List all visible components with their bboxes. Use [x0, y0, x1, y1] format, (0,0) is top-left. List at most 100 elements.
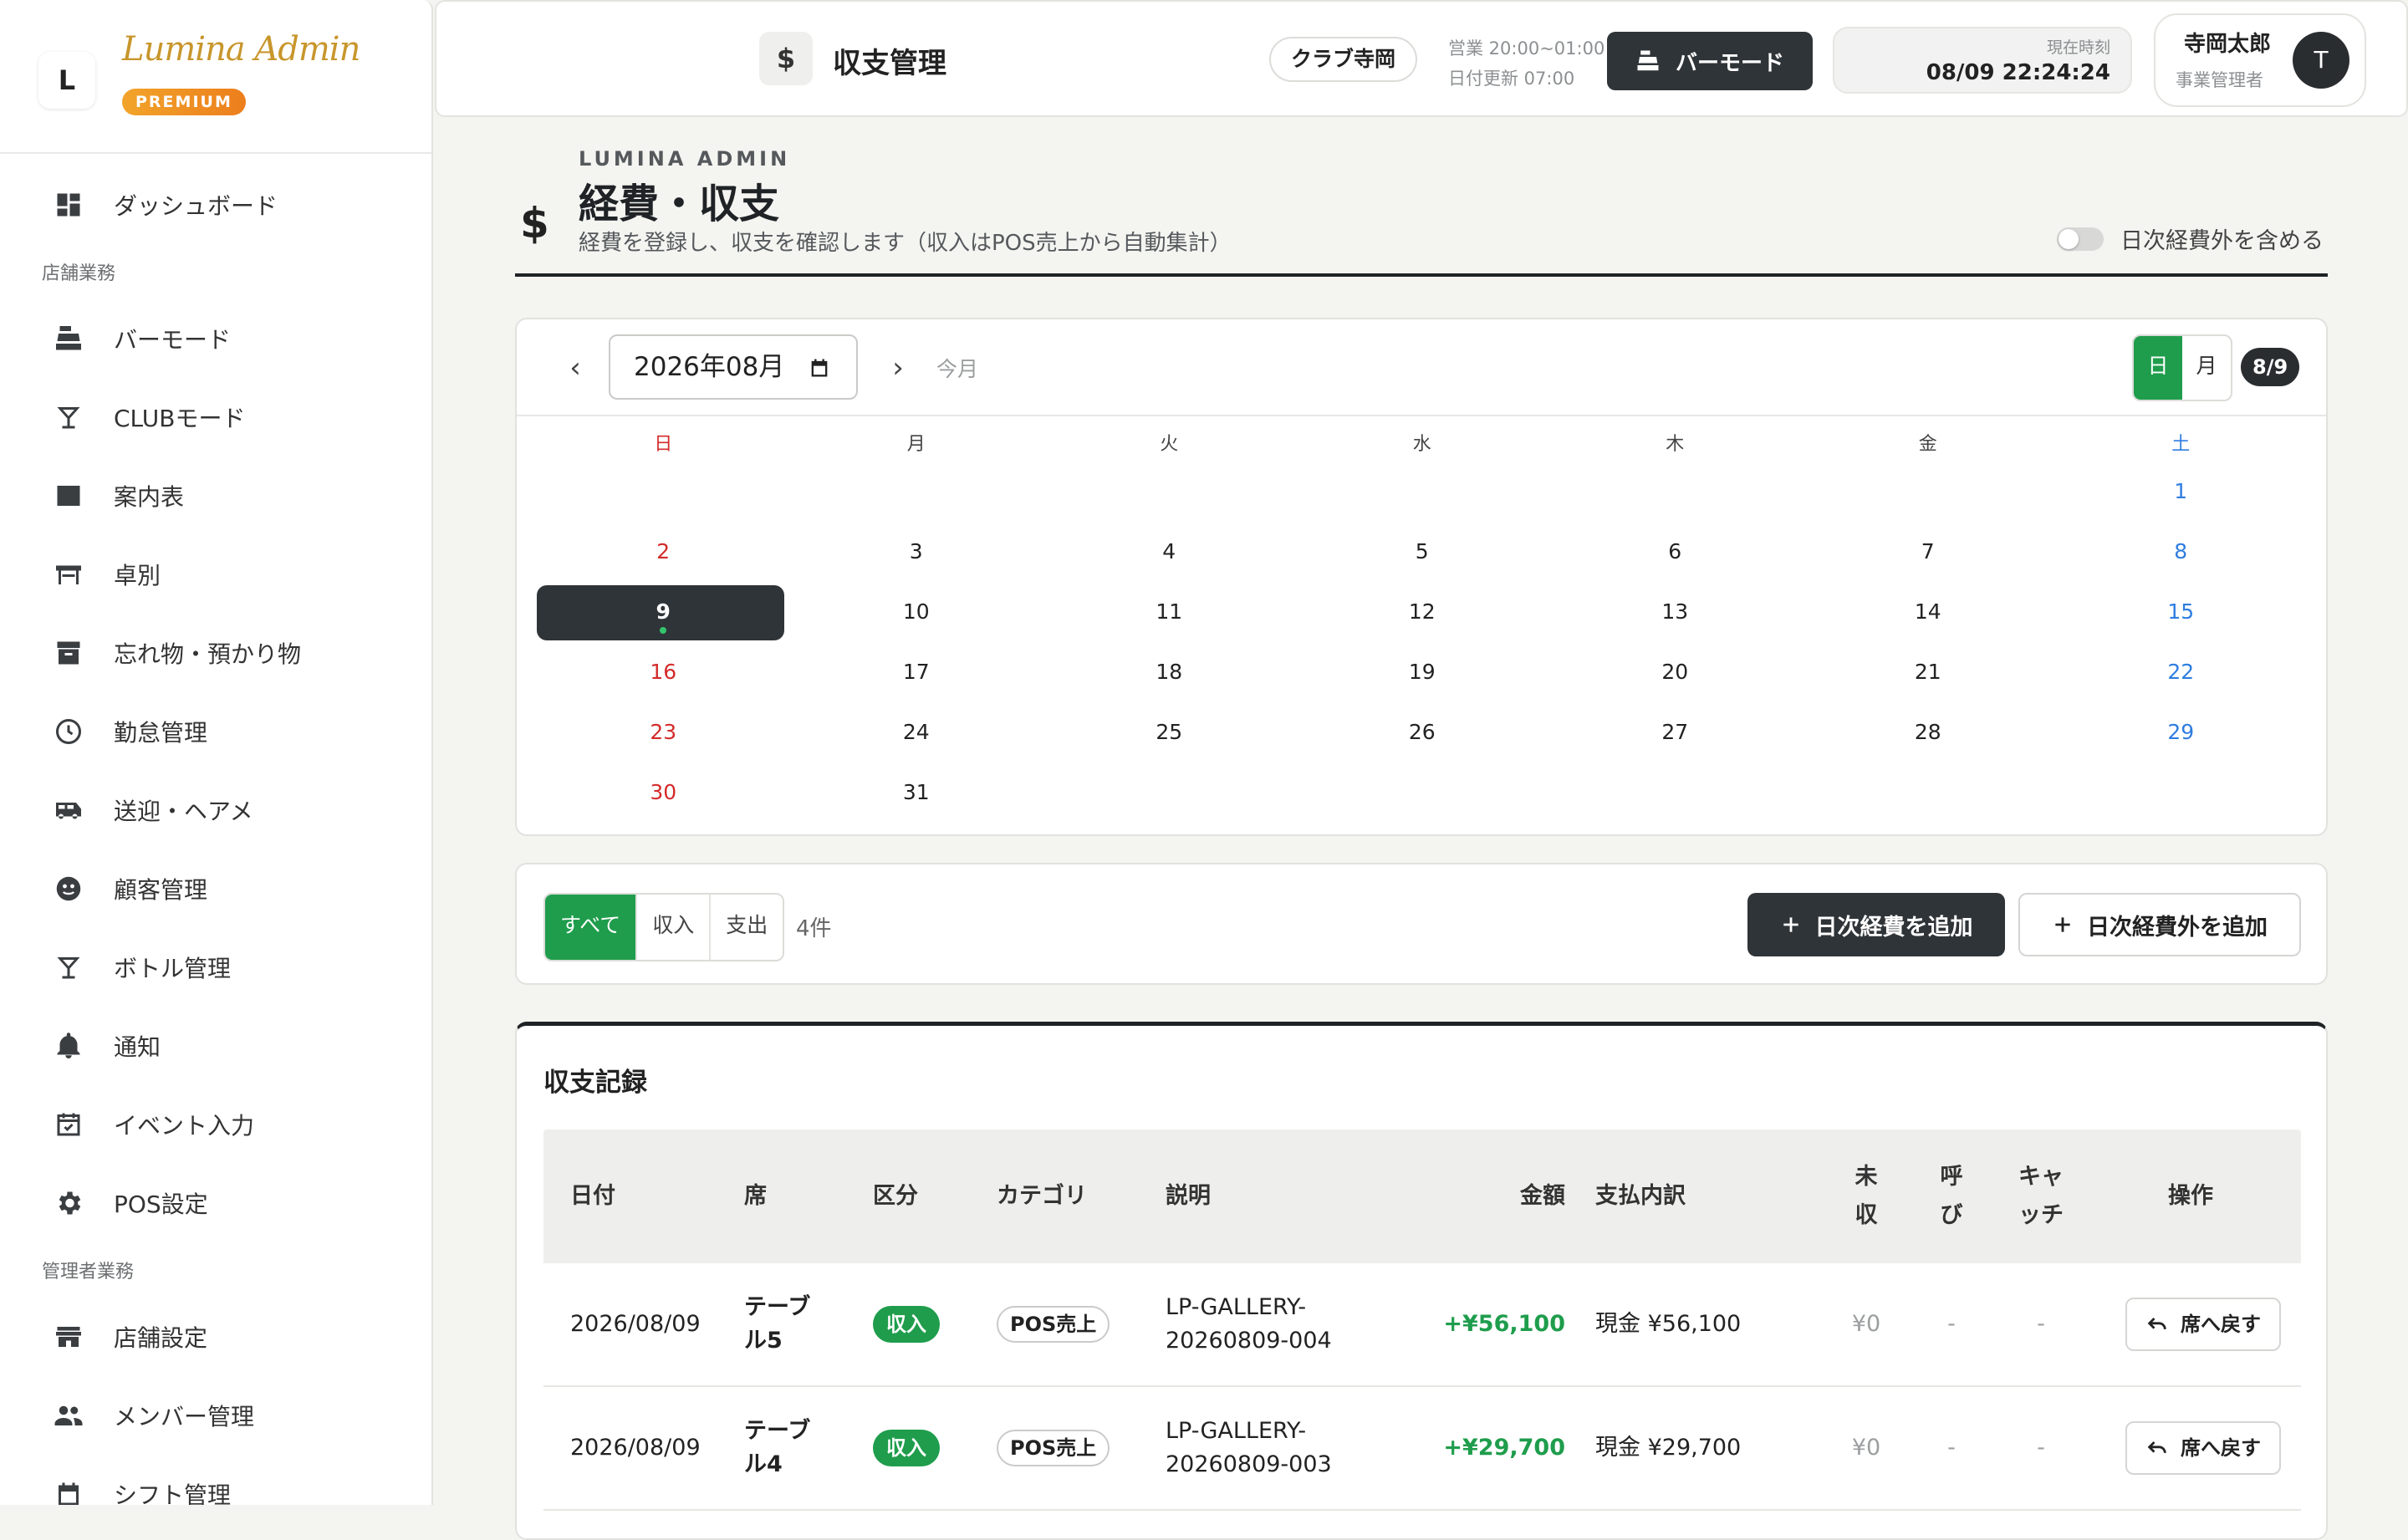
calendar-day[interactable]: 26	[1296, 702, 1549, 762]
sidebar-item-tables[interactable]: 卓別	[0, 535, 431, 614]
calendar-day[interactable]: 2	[537, 522, 790, 582]
type-badge: 収入	[873, 1430, 940, 1466]
calendar-day-number: 30	[650, 780, 677, 804]
table-header: 日付 席 区分 カテゴリ 説明 金額 支払内訳 未 収 呼 び キャ ッチ 操作	[543, 1130, 2301, 1263]
calendar-day-number: 5	[1415, 539, 1429, 563]
calendar-day[interactable]: 10	[790, 582, 1043, 642]
view-month-button[interactable]: 月	[2182, 336, 2231, 400]
avatar[interactable]: T	[2293, 32, 2349, 89]
calendar-week: 23 24 25 26 27 28 29	[537, 702, 2306, 762]
calendar-empty-cell	[537, 461, 790, 522]
sidebar-item-label: 忘れ物・預かり物	[114, 640, 302, 668]
bar-mode-button[interactable]: バーモード	[1607, 32, 1813, 90]
calendar-day[interactable]: 6	[1548, 522, 1802, 582]
view-day-button[interactable]: 日	[2134, 336, 2182, 400]
chevron-right-icon[interactable]: ›	[881, 351, 915, 385]
sidebar-item-lost-items[interactable]: 忘れ物・預かり物	[0, 614, 431, 692]
calendar-day[interactable]: 4	[1043, 522, 1296, 582]
calendar-day[interactable]: 20	[1548, 642, 1802, 702]
calendar-day[interactable]: 24	[790, 702, 1043, 762]
sidebar-item-guide[interactable]: 案内表	[0, 456, 431, 535]
sidebar-item-attendance[interactable]: 勤怠管理	[0, 692, 431, 771]
calendar-day-number: 18	[1156, 660, 1183, 684]
calendar-day[interactable]: 30	[537, 762, 790, 823]
sidebar-item-store-settings[interactable]: 店舗設定	[0, 1298, 431, 1376]
undo-icon	[2147, 1318, 2166, 1330]
add-daily-expense-button[interactable]: 日次経費を追加	[1747, 893, 2005, 956]
calendar-day[interactable]: 11	[1043, 582, 1296, 642]
calendar-day[interactable]: 13	[1548, 582, 1802, 642]
calendar-day[interactable]: 19	[1296, 642, 1549, 702]
sidebar-item-label: 店舗設定	[114, 1324, 208, 1352]
calendar-week: 9 10 11 12 13 14 15	[537, 582, 2306, 642]
calendar-day[interactable]: 1	[2054, 461, 2308, 522]
sidebar-item-club-mode[interactable]: CLUBモード	[0, 378, 431, 456]
sidebar-item-bottles[interactable]: ボトル管理	[0, 928, 431, 1007]
col-payment: 支払内訳	[1595, 1183, 1686, 1209]
filter-all-button[interactable]: すべて	[545, 895, 636, 960]
people-icon	[54, 1405, 83, 1425]
calendar-day[interactable]: 23	[537, 702, 790, 762]
calendar-day[interactable]: 28	[1802, 702, 2055, 762]
brand-logo-mark[interactable]: L	[38, 52, 95, 109]
filter-income-button[interactable]: 収入	[635, 895, 709, 960]
calendar-empty-cell	[1548, 762, 1802, 823]
calendar-week: 16 17 18 19 20 21 22	[537, 642, 2306, 702]
sidebar-item-notifications[interactable]: 通知	[0, 1007, 431, 1085]
chevron-left-icon[interactable]: ‹	[559, 351, 592, 385]
sidebar-item-transport[interactable]: 送迎・ヘアメ	[0, 771, 431, 849]
sidebar-item-dashboard[interactable]: ダッシュボード	[0, 166, 431, 244]
calendar-day-number: 16	[650, 660, 677, 684]
toggle-label: 日次経費外を含める	[2120, 228, 2324, 254]
page-subtitle: 経費を登録し、収支を確認します（収入はPOS売上から自動集計）	[579, 231, 1232, 256]
calendar-day-number: 25	[1156, 720, 1183, 744]
add-non-daily-expense-button[interactable]: 日次経費外を追加	[2018, 893, 2301, 956]
month-picker-input[interactable]: 2026年08月	[609, 334, 858, 400]
calendar-day[interactable]: 17	[790, 642, 1043, 702]
calendar-day[interactable]: 18	[1043, 642, 1296, 702]
sidebar-item-members[interactable]: メンバー管理	[0, 1376, 431, 1455]
sidebar-item-label: 卓別	[114, 562, 161, 589]
include-non-daily-toggle[interactable]: 日次経費外を含める	[2057, 222, 2324, 255]
calendar-day-number: 24	[902, 720, 930, 744]
sidebar-item-label: イベント入力	[114, 1112, 255, 1140]
sidebar-item-label: ダッシュボード	[114, 192, 278, 220]
calendar-day[interactable]: 22	[2054, 642, 2308, 702]
calendar-day[interactable]: 9	[537, 582, 790, 642]
toggle-knob	[2059, 228, 2079, 249]
sidebar-item-pos-settings[interactable]: POS設定	[0, 1164, 431, 1242]
sidebar-item-shifts[interactable]: シフト管理	[0, 1455, 431, 1505]
return-to-seat-button[interactable]: 席へ戻す	[2125, 1298, 2281, 1351]
has-records-dot	[660, 627, 667, 634]
calendar-day-number: 26	[1408, 720, 1436, 744]
calendar-day[interactable]: 14	[1802, 582, 2055, 642]
calendar-day[interactable]: 27	[1548, 702, 1802, 762]
calendar-day-number: 3	[909, 539, 923, 563]
calendar-day[interactable]: 29	[2054, 702, 2308, 762]
calendar-day[interactable]: 16	[537, 642, 790, 702]
nav-section-store: 店舗業務	[42, 263, 116, 284]
sidebar-item-bar-mode[interactable]: バーモード	[0, 299, 431, 378]
user-menu[interactable]: 寺岡太郎 事業管理者 T	[2154, 13, 2366, 107]
toggle-switch[interactable]	[2057, 227, 2104, 251]
weekday-label: 月	[906, 434, 926, 455]
calendar-day[interactable]: 8	[2054, 522, 2308, 582]
premium-badge: PREMIUM	[122, 89, 246, 115]
calendar-day[interactable]: 21	[1802, 642, 2055, 702]
calendar-day[interactable]: 15	[2054, 582, 2308, 642]
this-month-button[interactable]: 今月	[936, 353, 978, 383]
calendar-day[interactable]: 25	[1043, 702, 1296, 762]
calendar-day[interactable]: 7	[1802, 522, 2055, 582]
sidebar-item-customers[interactable]: 顧客管理	[0, 849, 431, 928]
sidebar-item-events[interactable]: イベント入力	[0, 1085, 431, 1164]
calendar-day[interactable]: 12	[1296, 582, 1549, 642]
calendar-day[interactable]: 31	[790, 762, 1043, 823]
calendar-day[interactable]: 3	[790, 522, 1043, 582]
sidebar-item-label: 案内表	[114, 483, 185, 511]
return-to-seat-label: 席へ戻す	[2181, 1313, 2261, 1336]
store-selector[interactable]: クラブ寺岡	[1269, 37, 1418, 82]
return-to-seat-button[interactable]: 席へ戻す	[2125, 1421, 2281, 1475]
filter-expense-button[interactable]: 支出	[709, 895, 783, 960]
calendar-day[interactable]: 5	[1296, 522, 1549, 582]
calendar-icon[interactable]	[808, 356, 831, 380]
